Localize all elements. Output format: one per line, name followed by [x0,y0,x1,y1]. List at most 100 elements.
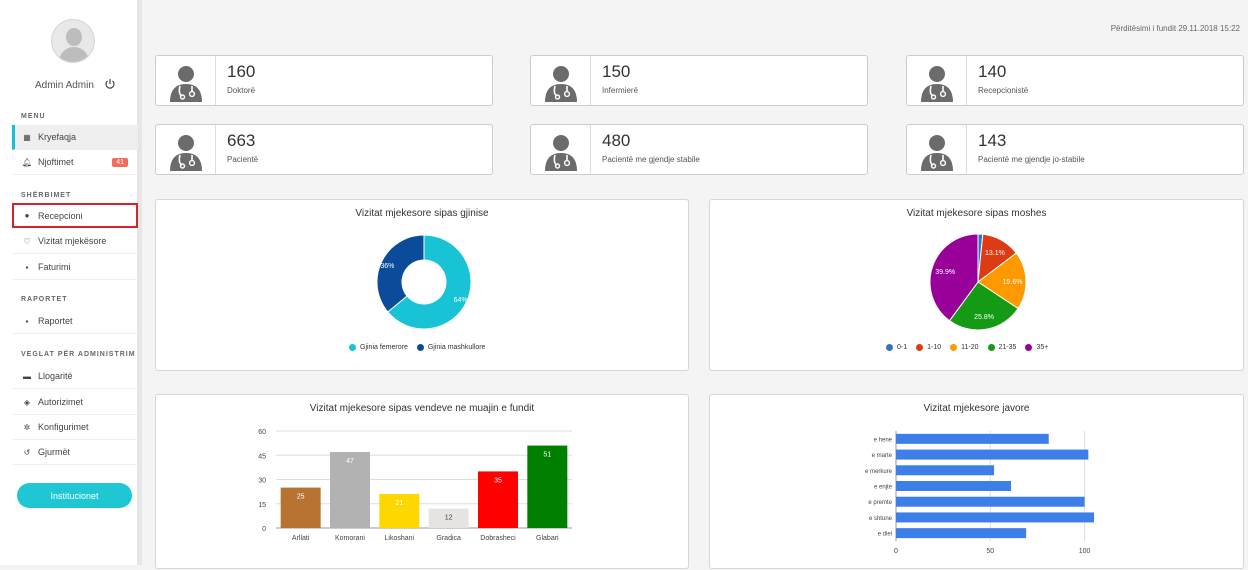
info-circle-icon: ● [24,211,30,220]
sidebar-item-label: Konfigurimet [38,422,89,432]
stat-value: 160 [227,62,256,81]
sidebar-item-label: Njoftimet [38,157,74,167]
institutions-button[interactable]: Institucionet [17,483,132,508]
sidebar-item-autorizimet[interactable]: ◈ Autorizimet [12,390,138,415]
x-tick-label: Likoshani [385,535,415,542]
stat-label: Doktorë [227,86,256,95]
y-tick-label: 0 [262,526,266,533]
bar [896,481,1012,491]
sidebar: Admin Admin MENU ▦ Kryefaqja 🔔︎ Njoftime… [0,0,138,565]
history-icon: ↺ [23,447,31,457]
stat-card: 480 Pacientë me gjendje stabile [530,124,868,175]
stat-value: 143 [978,131,1007,150]
y-tick-label: e merkure [865,469,893,475]
slice-label: 64% [454,297,468,304]
admin-section-title: VEGLAT PËR ADMINISTRIM [21,351,136,358]
bar [896,528,1027,539]
sidebar-item-label: Raportet [38,316,73,326]
sidebar-item-raportet[interactable]: ▪ Raportet [12,309,138,334]
y-tick-label: 30 [258,478,266,485]
y-tick-label: e hene [874,437,893,443]
legend-item: Gjinia femerore [349,344,408,351]
legend-item: 21-35 [987,344,1016,351]
weekly-bar-chart: 0 50 100 e hene e marte e merkure e enjte e pre… [865,431,1094,555]
sidebar-item-label: Autorizimet [38,397,84,407]
sidebar-item-llogarite[interactable]: ▬ Llogaritë [12,364,138,389]
sidebar-item-recepcioni[interactable]: ● Recepcioni [12,203,138,228]
bar-value-label: 47 [346,458,354,465]
x-tick-label: Dobrasheci [480,535,516,542]
sidebar-item-kryefaqja[interactable]: ▦ Kryefaqja [12,125,138,150]
bar-value-label: 21 [395,500,403,507]
stat-card: 663 Pacientë [155,124,493,175]
slice-label: 39.9% [935,269,955,276]
power-icon[interactable] [104,78,116,90]
card-divider [966,56,967,105]
card-divider [590,56,591,105]
sidebar-item-label: Kryefaqja [38,132,77,142]
bar [896,465,995,476]
bar [896,512,1094,523]
y-tick-label: 15 [258,502,266,509]
x-tick-label: 0 [894,548,898,555]
report-icon: ▪ [25,316,29,326]
sidebar-item-label: Llogaritë [38,371,73,381]
y-tick-label: e diel [878,532,892,538]
places-chart-panel: Vizitat mjekesore sipas vendeve ne muaji… [155,394,689,569]
last-updated-text: Përditësimi i fundit 29.11.2018 15:22 [1110,24,1240,33]
bar [896,449,1089,460]
chart-legend: 0-1 1-10 11-20 21-35 35+ [886,344,1057,351]
bell-icon: 🔔︎ [22,157,33,167]
doctor-icon [170,135,202,171]
x-tick-label: Arllati [292,535,310,542]
menu-section-title: MENU [21,113,46,120]
bar-value-label: 51 [543,452,551,459]
sidebar-scrollbar[interactable] [138,0,142,565]
gender-chart-panel: Vizitat mjekesore sipas gjinise 64% 36% G… [155,199,689,371]
bar-value-label: 35 [494,477,502,484]
stat-card: 150 Infermierë [530,55,868,106]
sidebar-item-label: Vizitat mjekësore [38,236,107,246]
y-tick-label: e premte [868,500,892,506]
card-divider [215,125,216,174]
slice-label: 36% [380,263,394,270]
card-divider [215,56,216,105]
bar [896,433,1049,444]
places-bar-chart: 0 15 30 45 60 25 Arllati 47 Komorani 21 Likoshani 1… [258,429,572,542]
account-card-icon: ▬ [23,371,31,381]
pie-slice [376,234,425,313]
y-tick-label: e shtune [869,516,893,522]
sidebar-item-njoftimet[interactable]: 🔔︎ Njoftimet 41 [12,150,138,175]
avatar[interactable] [51,19,95,63]
card-divider [966,125,967,174]
sidebar-item-faturimi[interactable]: ▪ Faturimi [12,255,138,280]
sidebar-item-konfigurimet[interactable]: ✲ Konfigurimet [12,415,138,440]
stat-value: 663 [227,131,256,150]
y-tick-label: 45 [258,453,266,460]
dashboard-icon: ▦ [23,132,31,142]
invoice-icon: ▪ [25,262,29,272]
services-section-title: SHËRBIMET [21,192,72,199]
sidebar-item-label: Recepcioni [38,210,83,221]
stat-value: 480 [602,131,631,150]
slice-label: 13.1% [985,250,1005,257]
y-tick-label: e marte [872,453,893,459]
slice-label: 25.8% [974,314,994,321]
legend-item: 1-10 [916,344,941,351]
bar-value-label: 12 [445,515,453,522]
weekly-chart-panel: Vizitat mjekesore javore 0 50 100 e hene e m… [709,394,1244,569]
x-tick-label: Glabari [536,535,559,542]
stat-label: Infermierë [602,86,639,95]
user-name: Admin Admin [35,80,94,91]
sidebar-item-vizitat[interactable]: ♡ Vizitat mjekësore [12,229,138,254]
legend-item: Gjinia mashkullore [416,344,485,351]
stethoscope-icon: ♡ [23,236,31,246]
stat-card: 143 Pacientë me gjendje jo-stabile [906,124,1244,175]
stat-label: Pacientë me gjendje stabile [602,155,700,164]
legend-item: 11-20 [950,344,979,351]
doctor-icon [170,66,202,102]
sidebar-item-gjurmet[interactable]: ↺ Gjurmët [12,440,138,465]
y-tick-label: 60 [258,429,266,436]
x-tick-label: Gradica [436,535,461,542]
legend-item: 0-1 [886,344,907,351]
